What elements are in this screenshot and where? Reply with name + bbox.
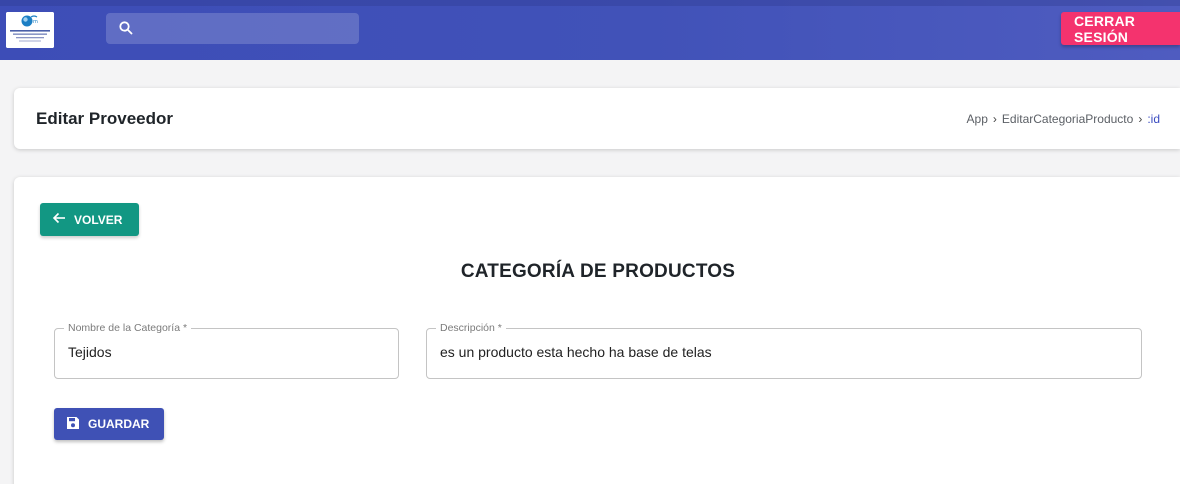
description-value[interactable]: es un producto esta hecho ha base de tel… xyxy=(440,344,712,360)
logout-button[interactable]: CERRAR SESIÓN xyxy=(1061,12,1180,45)
arrow-left-icon xyxy=(52,212,66,227)
page-header-card: Editar Proveedor App › EditarCategoriaPr… xyxy=(14,88,1180,149)
section-title: CATEGORÍA DE PRODUCTOS xyxy=(460,261,736,282)
save-button[interactable]: GUARDAR xyxy=(54,408,164,440)
top-app-bar: m CERRAR SESIÓN xyxy=(0,0,1180,60)
category-name-label: Nombre de la Categoría * xyxy=(64,322,192,334)
back-button-label: VOLVER xyxy=(74,212,123,227)
breadcrumb: App › EditarCategoriaProducto › :id xyxy=(967,112,1160,126)
description-field[interactable]: Descripción * es un producto esta hecho … xyxy=(426,322,1142,379)
page-title: Editar Proveedor xyxy=(36,109,173,128)
search-field[interactable] xyxy=(106,13,359,44)
top-app-bar-shadow xyxy=(0,0,1180,6)
company-logo[interactable]: m xyxy=(6,12,54,48)
breadcrumb-item-app[interactable]: App xyxy=(967,112,988,126)
floppy-disk-icon xyxy=(66,416,80,433)
search-input[interactable] xyxy=(140,13,350,44)
breadcrumb-item-id: :id xyxy=(1147,112,1160,126)
description-label: Descripción * xyxy=(436,322,506,334)
chevron-right-icon: › xyxy=(1138,112,1143,126)
chevron-right-icon: › xyxy=(992,112,997,126)
save-button-label: GUARDAR xyxy=(88,417,150,431)
breadcrumb-item-editar-categoria[interactable]: EditarCategoriaProducto xyxy=(1002,112,1133,126)
category-name-value[interactable]: Tejidos xyxy=(68,344,112,360)
back-button[interactable]: VOLVER xyxy=(40,203,139,236)
search-icon[interactable] xyxy=(118,20,134,36)
svg-text:m: m xyxy=(33,19,38,25)
category-name-field[interactable]: Nombre de la Categoría * Tejidos xyxy=(54,322,399,379)
